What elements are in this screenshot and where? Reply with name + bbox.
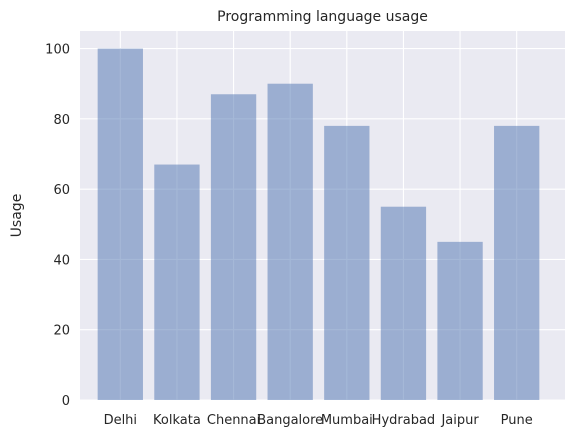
bar-jaipur — [437, 241, 483, 400]
y-tick-label: 40 — [53, 253, 70, 268]
x-tick-label: Kolkata — [153, 413, 201, 428]
bar-kolkata — [154, 164, 200, 400]
x-tick-label: Pune — [501, 413, 533, 428]
y-tick-label: 100 — [45, 43, 70, 58]
y-tick-label: 20 — [53, 324, 70, 339]
bar-bangalore — [267, 83, 313, 400]
y-axis: 0 20 40 60 80 100 — [45, 43, 70, 409]
chart-title: Programming language usage — [217, 9, 428, 25]
chart-canvas: Delhi Kolkata ChennaiBangaloreMumbaiHydrab… — [9, 9, 565, 428]
y-tick-label: 0 — [62, 394, 70, 409]
x-axis: Delhi Kolkata ChennaiBangaloreMumbaiHydrab… — [104, 413, 533, 428]
plot-area — [80, 31, 565, 400]
x-tick-label: Hydrabad — [372, 413, 436, 428]
y-tick-label: 80 — [53, 113, 70, 128]
x-tick-label: Mumbai — [321, 413, 373, 428]
bar-pune — [494, 125, 540, 400]
x-tick-label: Jaipur — [440, 413, 479, 428]
y-tick-label: 60 — [53, 183, 70, 198]
x-tick-label: Bangalore — [257, 413, 323, 428]
bar-chart: Delhi Kolkata Chennai Bangalore Mumbai Hydrab… — [0, 0, 581, 437]
bar-mumbai — [324, 125, 370, 400]
y-axis-label: Usage — [9, 194, 25, 238]
x-tick-label: Chennai — [207, 413, 260, 428]
bar-hydrabad — [380, 206, 427, 400]
bar-chennai — [210, 94, 257, 400]
x-tick-label: Delhi — [104, 413, 137, 428]
bar-delhi — [97, 48, 143, 400]
